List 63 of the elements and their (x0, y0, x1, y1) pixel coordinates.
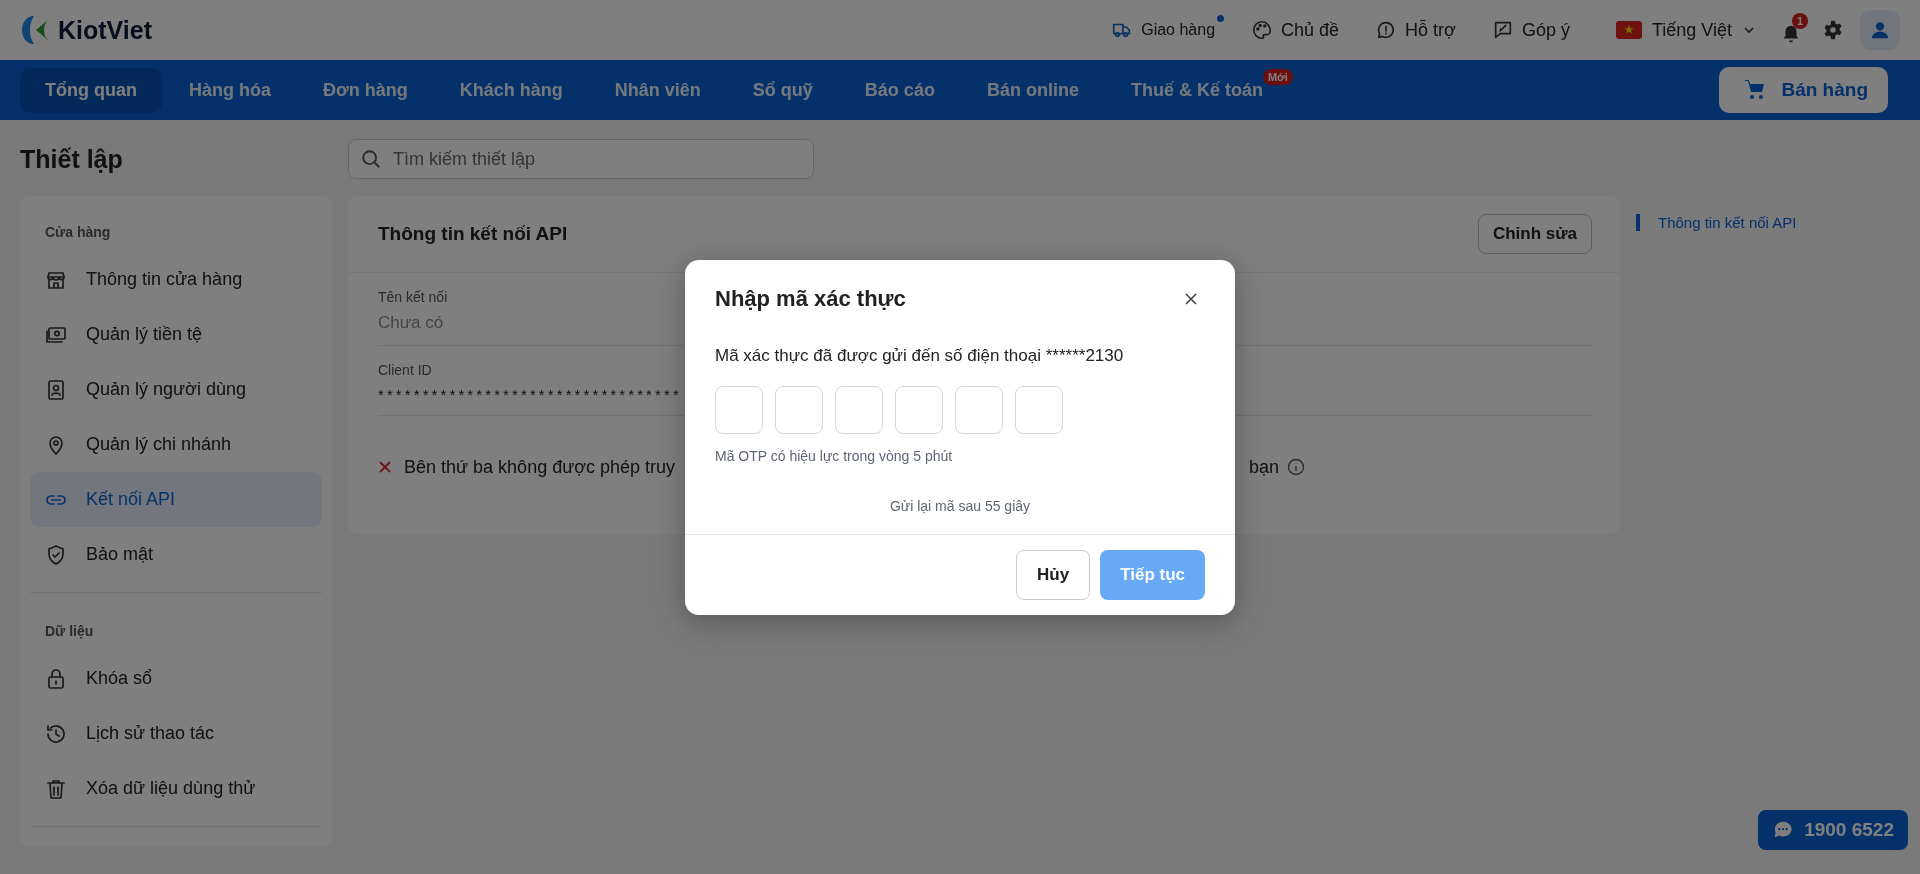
user-avatar-icon (1869, 19, 1891, 41)
otp-input[interactable] (775, 386, 823, 434)
search-icon (360, 148, 382, 170)
card-title: Thông tin kết nối API (378, 223, 568, 245)
section-heading: Cửa hàng (44, 223, 112, 242)
info-icon[interactable] (1287, 458, 1306, 476)
sidebar-item[interactable]: Thông tin cửa hàng (30, 252, 322, 307)
search-field[interactable]: Tìm kiếm thiết lập (348, 139, 814, 179)
otp-input[interactable] (715, 386, 763, 434)
otp-input[interactable] (1015, 386, 1063, 434)
anchor-link[interactable]: Thông tin kết nối API (1636, 214, 1886, 231)
resend-countdown: Gửi lại mã sau 55 giây (888, 498, 1032, 516)
sidebar-item[interactable]: Xóa dữ liệu dùng thử (30, 761, 322, 816)
cancel-button[interactable]: Hủy (1016, 550, 1091, 600)
header-link[interactable]: Góp ý (1491, 19, 1570, 41)
nav-tab[interactable]: Tổng quan (20, 67, 162, 113)
field-value: ********************************** (378, 386, 682, 403)
close-icon[interactable] (1183, 291, 1199, 307)
header-link[interactable]: Hỗ trợ (1375, 19, 1456, 41)
sidebar-item[interactable]: Khóa sổ (30, 651, 322, 706)
sidebar-item[interactable]: Kết nối API (30, 472, 322, 527)
dialog-message: Mã xác thực đã được gửi đến số điện thoại ******2130 (715, 346, 1125, 366)
sidebar-item[interactable]: Quản lý tiền tệ (30, 307, 322, 362)
section-heading: Dữ liệu (44, 622, 95, 641)
otp-input[interactable] (835, 386, 883, 434)
sidebar-item[interactable]: Bảo mật (30, 527, 322, 582)
logo-icon (20, 14, 50, 46)
field-label: Client ID (378, 362, 432, 378)
sidebar-item[interactable]: Lịch sử thao tác (30, 706, 322, 761)
otp-input[interactable] (955, 386, 1003, 434)
dialog-title: Nhập mã xác thực (715, 286, 906, 312)
language-selector[interactable]: Tiếng Việt (1609, 18, 1762, 42)
notification-count: 1 (1792, 13, 1808, 29)
otp-hint: Mã OTP có hiệu lực trong vòng 5 phút (715, 448, 954, 464)
sell-button[interactable]: Bán hàng (1719, 67, 1888, 113)
nav-tab[interactable]: Sổ quỹ (727, 67, 838, 113)
sidebar-item[interactable]: Quản lý người dùng (30, 362, 322, 417)
flag-icon (1615, 21, 1642, 39)
header-link[interactable]: Chủ đề (1251, 19, 1340, 41)
nav-tab[interactable]: Khách hàng (434, 67, 588, 113)
cross-icon (378, 460, 392, 474)
nav-tab[interactable]: Báo cáo (839, 67, 960, 113)
palette-icon (1251, 19, 1274, 41)
nav-tab[interactable]: Thuế & Kế toán Mới (1105, 67, 1295, 113)
page-title: Thiết lập (20, 144, 124, 174)
logo-text[interactable]: KiotViet (58, 15, 152, 45)
notification-button[interactable]: 1 (1780, 13, 1810, 47)
notice-text: Bên thứ ba không được phép truy (404, 456, 676, 478)
edit-button[interactable]: Chỉnh sửa (1477, 214, 1592, 254)
notice-text: bạn (1249, 456, 1280, 478)
nav-tab[interactable]: Nhân viên (589, 67, 726, 113)
avatar-button[interactable] (1860, 10, 1900, 50)
nav-tab[interactable]: Đơn hàng (298, 67, 433, 113)
field-value: Chưa có (378, 313, 444, 333)
new-badge: Mới (1262, 68, 1293, 85)
nav-tab[interactable]: Bán online (961, 67, 1104, 113)
header-link[interactable]: Giao hàng (1111, 19, 1216, 41)
field-label: Tên kết nối (378, 289, 448, 305)
otp-input[interactable] (895, 386, 943, 434)
sidebar-item[interactable]: Quản lý chi nhánh (30, 417, 322, 472)
nav-tab[interactable]: Hàng hóa (164, 67, 296, 113)
settings-icon[interactable] (1822, 19, 1844, 41)
hotline-button[interactable]: 1900 6522 (1758, 810, 1908, 850)
